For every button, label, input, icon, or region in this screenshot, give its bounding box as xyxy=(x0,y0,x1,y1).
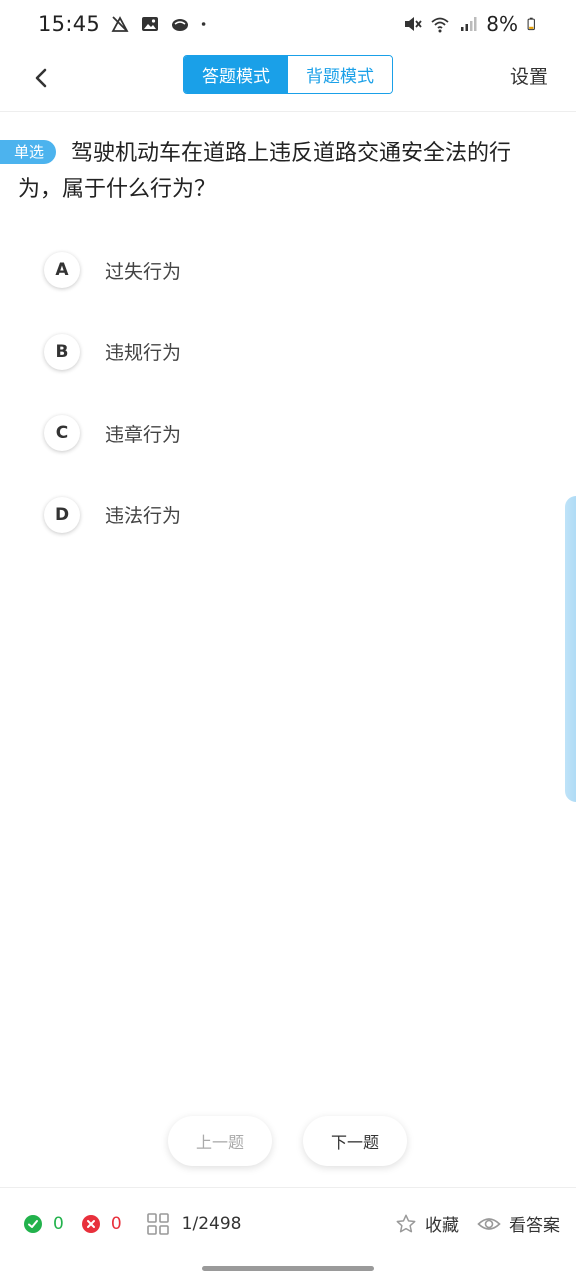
option-letter: D xyxy=(44,496,80,533)
option-d[interactable]: D 违法行为 xyxy=(44,495,524,535)
check-circle-icon xyxy=(24,1214,42,1233)
status-left: 15:45 xyxy=(38,12,212,36)
cast-off-icon xyxy=(111,16,129,32)
progress-counter: 1/2498 xyxy=(181,1213,242,1234)
gesture-navigation-bar[interactable] xyxy=(202,1266,374,1271)
tab-memorize-mode[interactable]: 背题模式 xyxy=(288,56,392,93)
option-text: 过失行为 xyxy=(105,260,182,283)
wifi-icon xyxy=(431,17,449,33)
edge-panel-handle[interactable] xyxy=(565,496,576,802)
back-button[interactable] xyxy=(22,58,62,98)
gallery-icon xyxy=(142,17,159,31)
star-icon xyxy=(396,1214,416,1232)
eye-icon xyxy=(477,1217,501,1230)
option-text: 违规行为 xyxy=(105,342,182,364)
question-type-badge: 单选 xyxy=(0,140,57,164)
wrong-count: 0 xyxy=(110,1213,122,1234)
mute-icon xyxy=(405,17,422,31)
battery-percent: 8% xyxy=(486,12,518,36)
next-question-button[interactable]: 下一题 xyxy=(303,1116,407,1166)
x-circle-icon xyxy=(81,1214,100,1233)
mode-toggle: 答题模式 背题模式 xyxy=(183,55,393,94)
signal-icon xyxy=(461,17,477,31)
view-answer-button[interactable]: 看答案 xyxy=(477,1211,560,1236)
question-text: 驾驶机动车在道路上违反道路交通安全法的行为，属于什么行为？ xyxy=(18,141,512,202)
option-b[interactable]: B 违规行为 xyxy=(44,332,524,372)
option-text: 违法行为 xyxy=(105,505,182,527)
notification-dot-icon xyxy=(201,22,206,26)
prev-question-button[interactable]: 上一题 xyxy=(168,1116,272,1166)
bottom-actions: 收藏 看答案 xyxy=(395,1211,560,1236)
question-grid-button[interactable]: 1/2498 xyxy=(146,1212,242,1236)
favorite-button[interactable]: 收藏 xyxy=(395,1211,459,1236)
option-a[interactable]: A 过失行为 xyxy=(44,250,524,290)
option-c[interactable]: C 违章行为 xyxy=(44,413,524,453)
question-block: 单选 驾驶机动车在道路上违反道路交通安全法的行为，属于什么行为？ xyxy=(0,136,576,208)
wrong-stat: 0 xyxy=(81,1213,122,1234)
settings-button[interactable]: 设置 xyxy=(510,62,548,89)
correct-count: 0 xyxy=(53,1213,64,1234)
option-letter: B xyxy=(44,333,80,370)
option-text: 违章行为 xyxy=(105,423,182,446)
option-letter: C xyxy=(44,415,80,451)
correct-stat: 0 xyxy=(24,1214,64,1234)
grid-icon xyxy=(146,1212,169,1235)
back-arrow-icon xyxy=(35,68,47,88)
tab-answer-mode[interactable]: 答题模式 xyxy=(184,56,288,93)
status-time: 15:45 xyxy=(38,12,101,36)
answer-options: A 过失行为 B 违规行为 C 违章行为 D 违法行为 xyxy=(44,250,524,576)
favorite-label: 收藏 xyxy=(425,1216,459,1236)
bottom-bar: 0 0 1/2498 收藏 看答案 xyxy=(0,1187,576,1259)
status-bar: 15:45 8% xyxy=(0,0,576,48)
battery-icon xyxy=(527,17,535,31)
view-answer-label: 看答案 xyxy=(509,1216,560,1236)
status-right: 8% xyxy=(402,12,540,36)
cloud-app-icon xyxy=(172,19,189,31)
option-letter: A xyxy=(44,252,80,288)
app-header: 答题模式 背题模式 设置 xyxy=(0,48,576,112)
